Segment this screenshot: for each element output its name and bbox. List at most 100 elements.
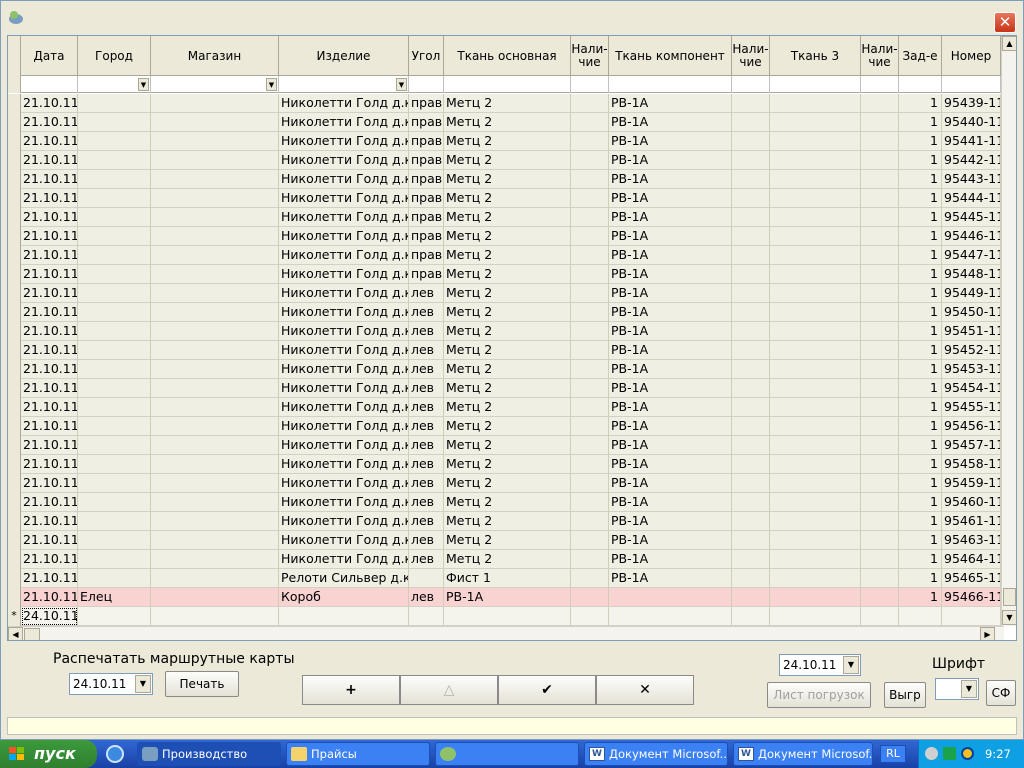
- table-cell[interactable]: [770, 227, 861, 246]
- table-cell[interactable]: [732, 265, 770, 284]
- filter-cell[interactable]: [609, 76, 732, 93]
- table-cell[interactable]: Метц 2: [444, 246, 571, 265]
- table-cell[interactable]: лев: [409, 493, 444, 512]
- table-cell[interactable]: Николетти Голд д.к. у: [279, 208, 409, 227]
- table-cell[interactable]: [151, 569, 279, 588]
- table-cell[interactable]: РВ-1А: [609, 113, 732, 132]
- table-cell[interactable]: 21.10.11: [21, 132, 78, 151]
- table-cell[interactable]: Николетти Голд д.к. у: [279, 436, 409, 455]
- table-cell[interactable]: 1: [899, 493, 942, 512]
- row-selector[interactable]: [8, 170, 21, 189]
- table-cell[interactable]: РВ-1А: [609, 208, 732, 227]
- table-cell[interactable]: [770, 208, 861, 227]
- table-cell[interactable]: [861, 132, 899, 151]
- table-cell[interactable]: [861, 208, 899, 227]
- table-cell[interactable]: [770, 417, 861, 436]
- filter-cell[interactable]: ▼: [78, 76, 151, 93]
- table-cell[interactable]: 1: [899, 588, 942, 607]
- table-cell[interactable]: [151, 284, 279, 303]
- table-cell[interactable]: лев: [409, 322, 444, 341]
- table-cell[interactable]: [151, 227, 279, 246]
- table-cell[interactable]: [78, 246, 151, 265]
- table-row[interactable]: 21.10.11 Елец Короб лев РВ-1А 1 95466-11: [8, 588, 1016, 607]
- table-cell[interactable]: [732, 360, 770, 379]
- taskbar-item-app[interactable]: [435, 742, 579, 766]
- table-cell[interactable]: Метц 2: [444, 170, 571, 189]
- filter-cell[interactable]: [899, 76, 942, 93]
- table-cell[interactable]: [861, 94, 899, 113]
- row-selector[interactable]: [8, 550, 21, 569]
- table-cell[interactable]: [861, 569, 899, 588]
- table-cell[interactable]: РВ-1А: [609, 341, 732, 360]
- table-cell[interactable]: прав: [409, 189, 444, 208]
- table-cell[interactable]: 1: [899, 417, 942, 436]
- table-cell[interactable]: [78, 170, 151, 189]
- table-cell[interactable]: 95448-11: [942, 265, 1001, 284]
- table-cell[interactable]: [78, 322, 151, 341]
- table-cell[interactable]: лев: [409, 474, 444, 493]
- table-cell[interactable]: [571, 417, 609, 436]
- table-cell[interactable]: [78, 360, 151, 379]
- table-cell[interactable]: 21.10.11: [21, 398, 78, 417]
- column-header[interactable]: Ткань компонент: [609, 36, 732, 76]
- table-cell[interactable]: [78, 607, 151, 626]
- column-header[interactable]: Изделие: [279, 36, 409, 76]
- table-cell[interactable]: 1: [899, 303, 942, 322]
- table-cell[interactable]: [861, 113, 899, 132]
- table-cell[interactable]: [861, 379, 899, 398]
- table-cell[interactable]: 95446-11: [942, 227, 1001, 246]
- table-cell[interactable]: [770, 569, 861, 588]
- table-cell[interactable]: 1: [899, 550, 942, 569]
- table-cell[interactable]: РВ-1А: [609, 94, 732, 113]
- table-cell[interactable]: [861, 455, 899, 474]
- table-cell[interactable]: 95452-11: [942, 341, 1001, 360]
- table-cell[interactable]: РВ-1А: [609, 151, 732, 170]
- table-cell[interactable]: [861, 493, 899, 512]
- table-cell[interactable]: [732, 227, 770, 246]
- table-cell[interactable]: [78, 531, 151, 550]
- table-cell[interactable]: [78, 94, 151, 113]
- table-cell[interactable]: 21.10.11: [21, 436, 78, 455]
- table-cell[interactable]: [78, 132, 151, 151]
- network-icon[interactable]: [943, 747, 956, 760]
- table-cell[interactable]: 21.10.11: [21, 189, 78, 208]
- taskbar-item-word-doc-1[interactable]: W Документ Microsof...: [584, 742, 728, 766]
- table-cell[interactable]: 21.10.11: [21, 474, 78, 493]
- table-cell[interactable]: [571, 341, 609, 360]
- table-cell[interactable]: [861, 246, 899, 265]
- table-cell[interactable]: 95463-11: [942, 531, 1001, 550]
- print-date-combo[interactable]: 24.10.11 ▼: [69, 673, 153, 695]
- row-selector[interactable]: [8, 493, 21, 512]
- row-selector[interactable]: [8, 398, 21, 417]
- table-cell[interactable]: [78, 436, 151, 455]
- table-row[interactable]: 21.10.11 Николетти Голд д.к. улевМетц 2 РВ…: [8, 455, 1016, 474]
- table-cell[interactable]: лев: [409, 588, 444, 607]
- table-cell[interactable]: 95465-11: [942, 569, 1001, 588]
- table-cell[interactable]: Николетти Голд д.к. у: [279, 379, 409, 398]
- table-cell[interactable]: [571, 360, 609, 379]
- table-row[interactable]: 21.10.11 Николетти Голд д.к. улевМетц 2 РВ…: [8, 474, 1016, 493]
- table-cell[interactable]: [78, 341, 151, 360]
- table-cell[interactable]: [151, 417, 279, 436]
- table-cell[interactable]: 1: [899, 512, 942, 531]
- taskbar-item-word-doc-2[interactable]: W Документ Microsof...: [733, 742, 873, 766]
- table-cell[interactable]: [151, 94, 279, 113]
- table-cell[interactable]: Метц 2: [444, 379, 571, 398]
- table-cell[interactable]: Николетти Голд д.к. у: [279, 284, 409, 303]
- column-header[interactable]: Ткань 3: [770, 36, 861, 76]
- table-cell[interactable]: лев: [409, 341, 444, 360]
- table-cell[interactable]: [571, 208, 609, 227]
- table-cell[interactable]: [732, 455, 770, 474]
- table-cell[interactable]: Николетти Голд д.к. у: [279, 246, 409, 265]
- volume-icon[interactable]: [925, 747, 938, 760]
- table-cell[interactable]: [78, 189, 151, 208]
- table-cell[interactable]: 1: [899, 246, 942, 265]
- table-cell[interactable]: [770, 398, 861, 417]
- table-cell[interactable]: Метц 2: [444, 132, 571, 151]
- table-cell[interactable]: Николетти Голд д.к. у: [279, 493, 409, 512]
- table-row[interactable]: 21.10.11 Николетти Голд д.к. улевМетц 2 РВ…: [8, 322, 1016, 341]
- table-cell[interactable]: [571, 113, 609, 132]
- table-cell[interactable]: 21.10.11: [21, 360, 78, 379]
- table-cell[interactable]: [571, 474, 609, 493]
- table-cell[interactable]: [151, 379, 279, 398]
